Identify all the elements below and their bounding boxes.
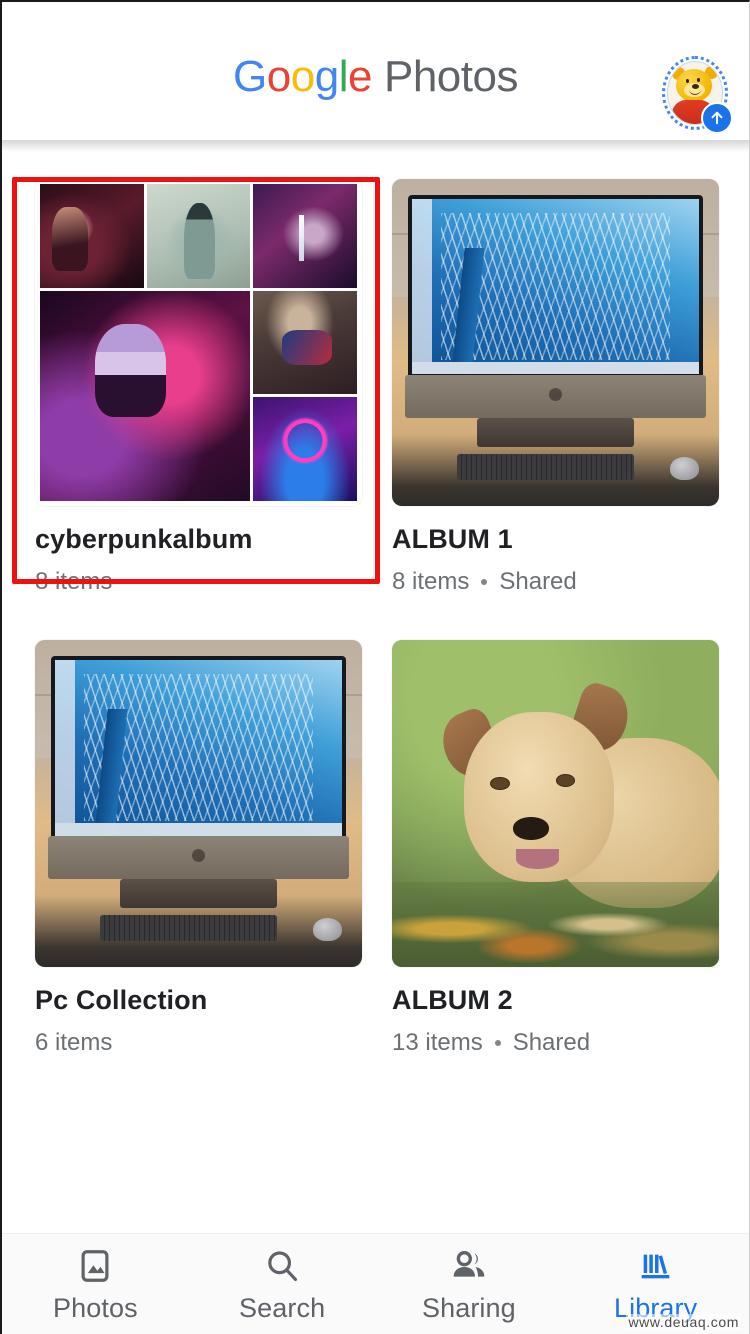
logo-letter-g: G	[233, 52, 267, 101]
album-thumbnail[interactable]	[35, 179, 362, 506]
nav-item-photos[interactable]: Photos	[2, 1243, 189, 1324]
nav-label-sharing: Sharing	[421, 1293, 516, 1323]
hp-all-in-one-pc-photo	[35, 640, 362, 968]
logo-letter-o2: o	[290, 52, 315, 101]
albums-content-area[interactable]: cyberpunkalbum 8 items ALBUM 1 8 items S…	[2, 152, 749, 1235]
album-meta: 8 items Shared	[392, 568, 719, 596]
tan-puppy-in-grass-photo	[392, 640, 719, 968]
google-photos-app-screen: Google Photos cyberpunkalbum 8 items ALB…	[0, 0, 750, 1334]
album-item-count: 8 items	[392, 568, 470, 596]
nav-item-sharing[interactable]: Sharing	[376, 1243, 563, 1324]
collage-tile-6	[253, 397, 357, 501]
album-title: cyberpunkalbum	[35, 524, 253, 554]
collage-tile-3	[253, 184, 357, 288]
nav-label-search: Search	[239, 1293, 326, 1323]
album-card-album-1[interactable]: ALBUM 1 8 items Shared	[392, 179, 719, 596]
meta-separator-dot	[494, 1040, 501, 1047]
logo-letter-e: e	[348, 52, 372, 101]
album-item-count: 6 items	[35, 1029, 113, 1057]
album-card-cyberpunkalbum[interactable]: cyberpunkalbum 8 items	[35, 179, 362, 596]
album-shared-badge: Shared	[512, 1029, 591, 1057]
logo-letter-g2: g	[314, 52, 339, 101]
logo-letter-o1: o	[266, 52, 291, 101]
nav-item-search[interactable]: Search	[189, 1243, 376, 1324]
logo-letter-l: l	[338, 52, 349, 101]
album-item-count: 8 items	[35, 568, 113, 596]
cyberpunk-collage-image	[35, 179, 362, 506]
collage-tile-5	[253, 290, 357, 395]
albums-grid: cyberpunkalbum 8 items ALBUM 1 8 items S…	[2, 152, 749, 1057]
collage-tile-1	[40, 184, 144, 288]
app-header: Google Photos	[2, 2, 749, 152]
album-title: ALBUM 2	[392, 985, 513, 1016]
album-meta: 6 items	[35, 1029, 362, 1057]
album-card-album-2[interactable]: ALBUM 2 13 items Shared	[392, 640, 719, 1057]
bottom-navigation-bar: Photos Search Sharing Library www.deuaq.…	[2, 1233, 749, 1334]
meta-separator-dot	[481, 579, 488, 586]
google-photos-logo: Google Photos	[233, 52, 518, 102]
collage-tile-2	[146, 184, 251, 288]
nav-item-library[interactable]: Library	[562, 1243, 749, 1324]
library-books-icon	[636, 1243, 676, 1289]
hp-all-in-one-pc-photo	[392, 179, 719, 506]
search-icon	[263, 1243, 301, 1289]
people-icon	[449, 1243, 489, 1289]
album-title: ALBUM 1	[392, 524, 513, 554]
album-thumbnail[interactable]	[35, 640, 362, 968]
album-title: Pc Collection	[35, 985, 208, 1016]
photo-frame-icon	[76, 1243, 114, 1289]
collage-tile-4	[40, 290, 251, 501]
album-thumbnail[interactable]	[392, 179, 719, 506]
site-watermark: www.deuaq.com	[626, 1314, 741, 1330]
upload-arrow-icon[interactable]	[701, 102, 733, 134]
album-card-pc-collection[interactable]: Pc Collection 6 items	[35, 640, 362, 1057]
album-thumbnail[interactable]	[392, 640, 719, 968]
album-item-count: 13 items	[392, 1029, 483, 1057]
album-meta: 8 items	[35, 568, 362, 596]
account-avatar-button[interactable]	[659, 54, 733, 134]
album-meta: 13 items Shared	[392, 1029, 719, 1057]
nav-label-photos: Photos	[53, 1293, 138, 1323]
album-shared-badge: Shared	[499, 568, 577, 596]
logo-word-photos: Photos	[383, 52, 518, 101]
